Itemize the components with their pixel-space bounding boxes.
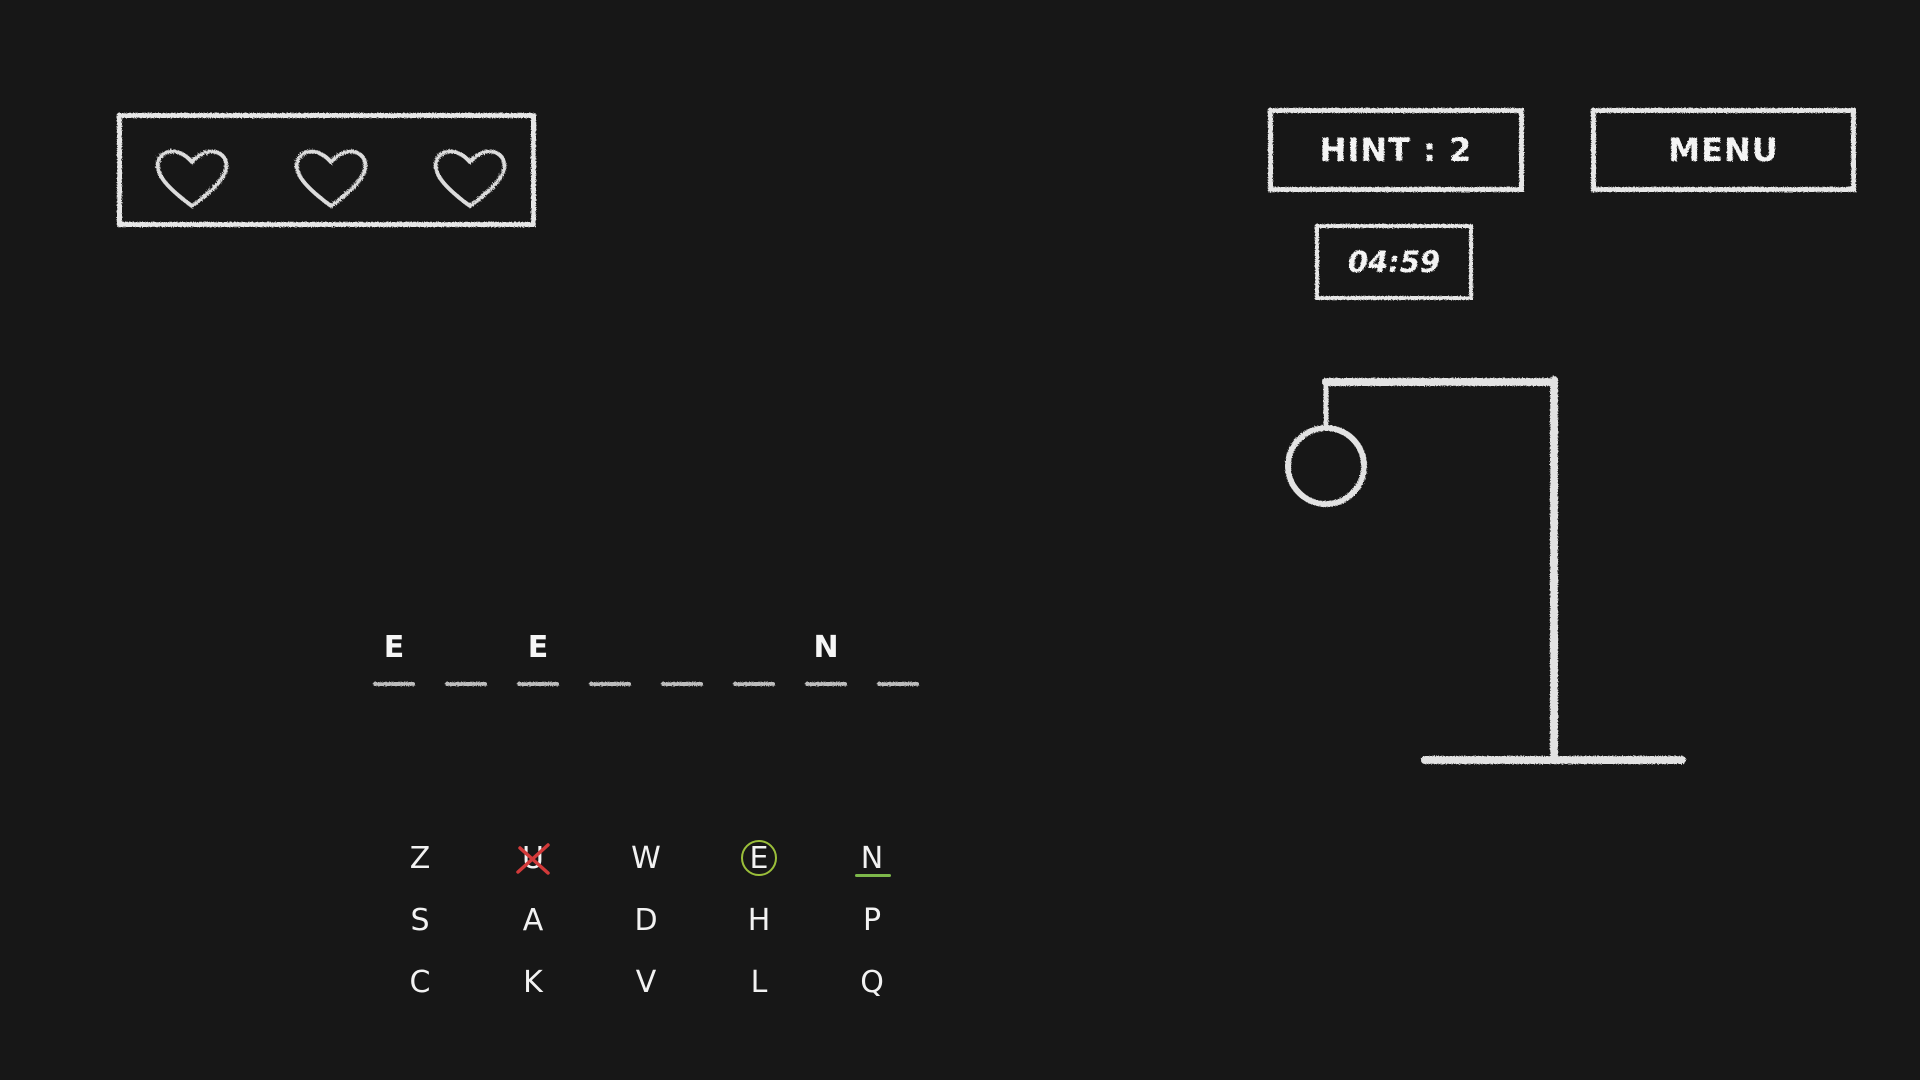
wrong-guess-cross-icon xyxy=(516,843,550,875)
key-s[interactable]: S xyxy=(390,892,450,948)
key-d[interactable]: D xyxy=(616,892,676,948)
letter-slot xyxy=(874,630,922,690)
heart-icon xyxy=(152,142,232,212)
timer-value: 04:59 xyxy=(1347,245,1441,279)
slot-dash xyxy=(445,682,487,686)
key-label: Q xyxy=(860,964,884,1000)
slot-letter: N xyxy=(813,630,839,665)
letter-slot: E xyxy=(514,630,562,690)
key-label: Z xyxy=(409,840,431,876)
slot-dash xyxy=(589,682,631,686)
key-label: L xyxy=(750,964,768,1000)
key-k[interactable]: K xyxy=(503,954,563,1010)
letter-slot xyxy=(586,630,634,690)
slot-dash xyxy=(877,682,919,686)
letter-keyboard: Z U W E N S A D H P C K V L xyxy=(390,830,891,1030)
timer-display: 04:59 xyxy=(1315,224,1473,300)
key-label: C xyxy=(409,964,431,1000)
menu-button[interactable]: MENU xyxy=(1591,108,1856,192)
letter-slot xyxy=(730,630,778,690)
key-v[interactable]: V xyxy=(616,954,676,1010)
slot-dash xyxy=(733,682,775,686)
letter-slot xyxy=(658,630,706,690)
key-label: N xyxy=(860,840,884,876)
heart-icon xyxy=(430,142,510,212)
key-n[interactable]: N xyxy=(842,830,902,886)
key-z[interactable]: Z xyxy=(390,830,450,886)
menu-label: MENU xyxy=(1668,131,1779,169)
key-h[interactable]: H xyxy=(729,892,789,948)
slot-dash xyxy=(517,682,559,686)
key-label: E xyxy=(749,840,769,876)
key-u[interactable]: U xyxy=(503,830,563,886)
key-label: H xyxy=(747,902,771,938)
slot-dash xyxy=(373,682,415,686)
key-w[interactable]: W xyxy=(616,830,676,886)
gallows-drawing xyxy=(1280,370,1700,770)
hint-label: HINT : 2 xyxy=(1319,131,1473,169)
lives-panel xyxy=(117,113,536,227)
letter-slot: E xyxy=(370,630,418,690)
key-label: D xyxy=(634,902,658,938)
letter-slot: N xyxy=(802,630,850,690)
key-label: P xyxy=(862,902,882,938)
key-label: S xyxy=(410,902,430,938)
key-p[interactable]: P xyxy=(842,892,902,948)
hangman-head xyxy=(1285,425,1367,507)
hint-button[interactable]: HINT : 2 xyxy=(1268,108,1524,192)
key-label: W xyxy=(631,840,661,876)
heart-icon xyxy=(291,142,371,212)
slot-dash xyxy=(805,682,847,686)
key-label: V xyxy=(635,964,657,1000)
key-c[interactable]: C xyxy=(390,954,450,1010)
key-e[interactable]: E xyxy=(729,830,789,886)
key-label: K xyxy=(523,964,543,1000)
letter-slot xyxy=(442,630,490,690)
word-display: E E N xyxy=(370,630,930,690)
key-l[interactable]: L xyxy=(729,954,789,1010)
slot-dash xyxy=(661,682,703,686)
key-label: A xyxy=(522,902,544,938)
key-q[interactable]: Q xyxy=(842,954,902,1010)
slot-letter: E xyxy=(527,630,549,665)
key-a[interactable]: A xyxy=(503,892,563,948)
slot-letter: E xyxy=(383,630,405,665)
